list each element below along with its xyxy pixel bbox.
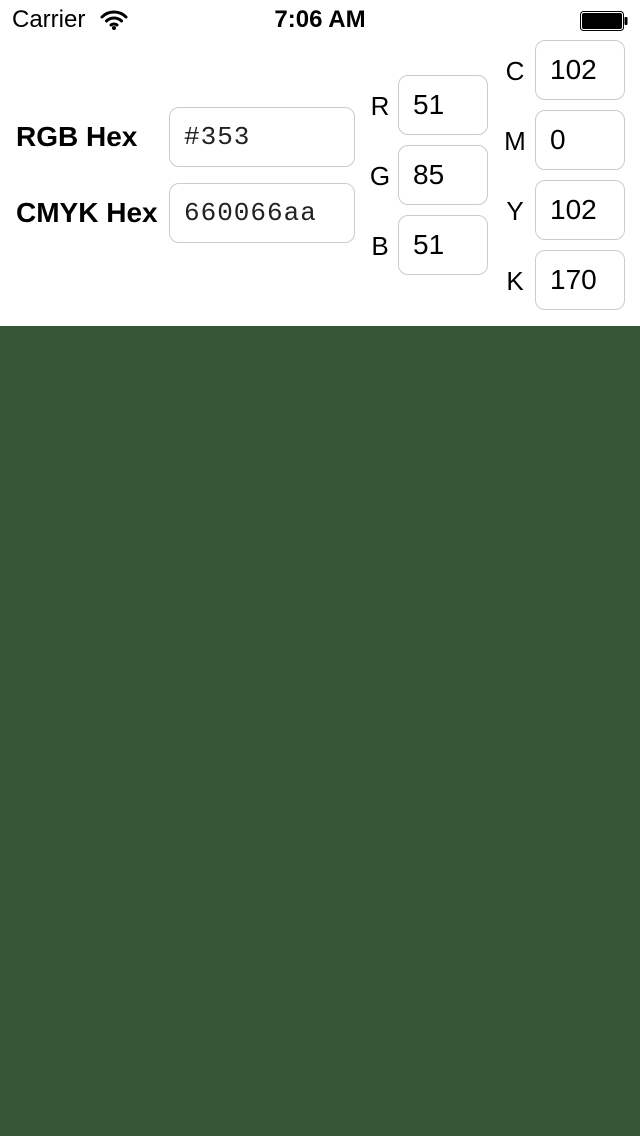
g-label: G (369, 161, 391, 191)
battery-icon (580, 11, 628, 31)
clock: 7:06 AM (274, 6, 366, 33)
m-label: M (504, 126, 526, 156)
y-field[interactable]: 102 (535, 180, 625, 240)
b-label: B (371, 231, 389, 261)
c-label: C (505, 56, 525, 86)
y-label: Y (506, 196, 524, 226)
rgb-hex-field[interactable]: #353 (169, 107, 355, 167)
b-field[interactable]: 51 (398, 215, 488, 275)
g-field[interactable]: 85 (398, 145, 488, 205)
r-field[interactable]: 51 (398, 75, 488, 135)
color-swatch (0, 326, 640, 1136)
k-field[interactable]: 170 (535, 250, 625, 310)
c-field[interactable]: 102 (535, 40, 625, 100)
m-field[interactable]: 0 (535, 110, 625, 170)
r-label: R (370, 91, 390, 121)
k-label: K (506, 266, 524, 296)
rgb-hex-label: RGB Hex (16, 121, 138, 152)
cmyk-hex-field[interactable]: 660066aa (169, 183, 355, 243)
cmyk-hex-label: CMYK Hex (16, 197, 158, 228)
status-bar: Carrier 7:06 AM (0, 0, 640, 40)
